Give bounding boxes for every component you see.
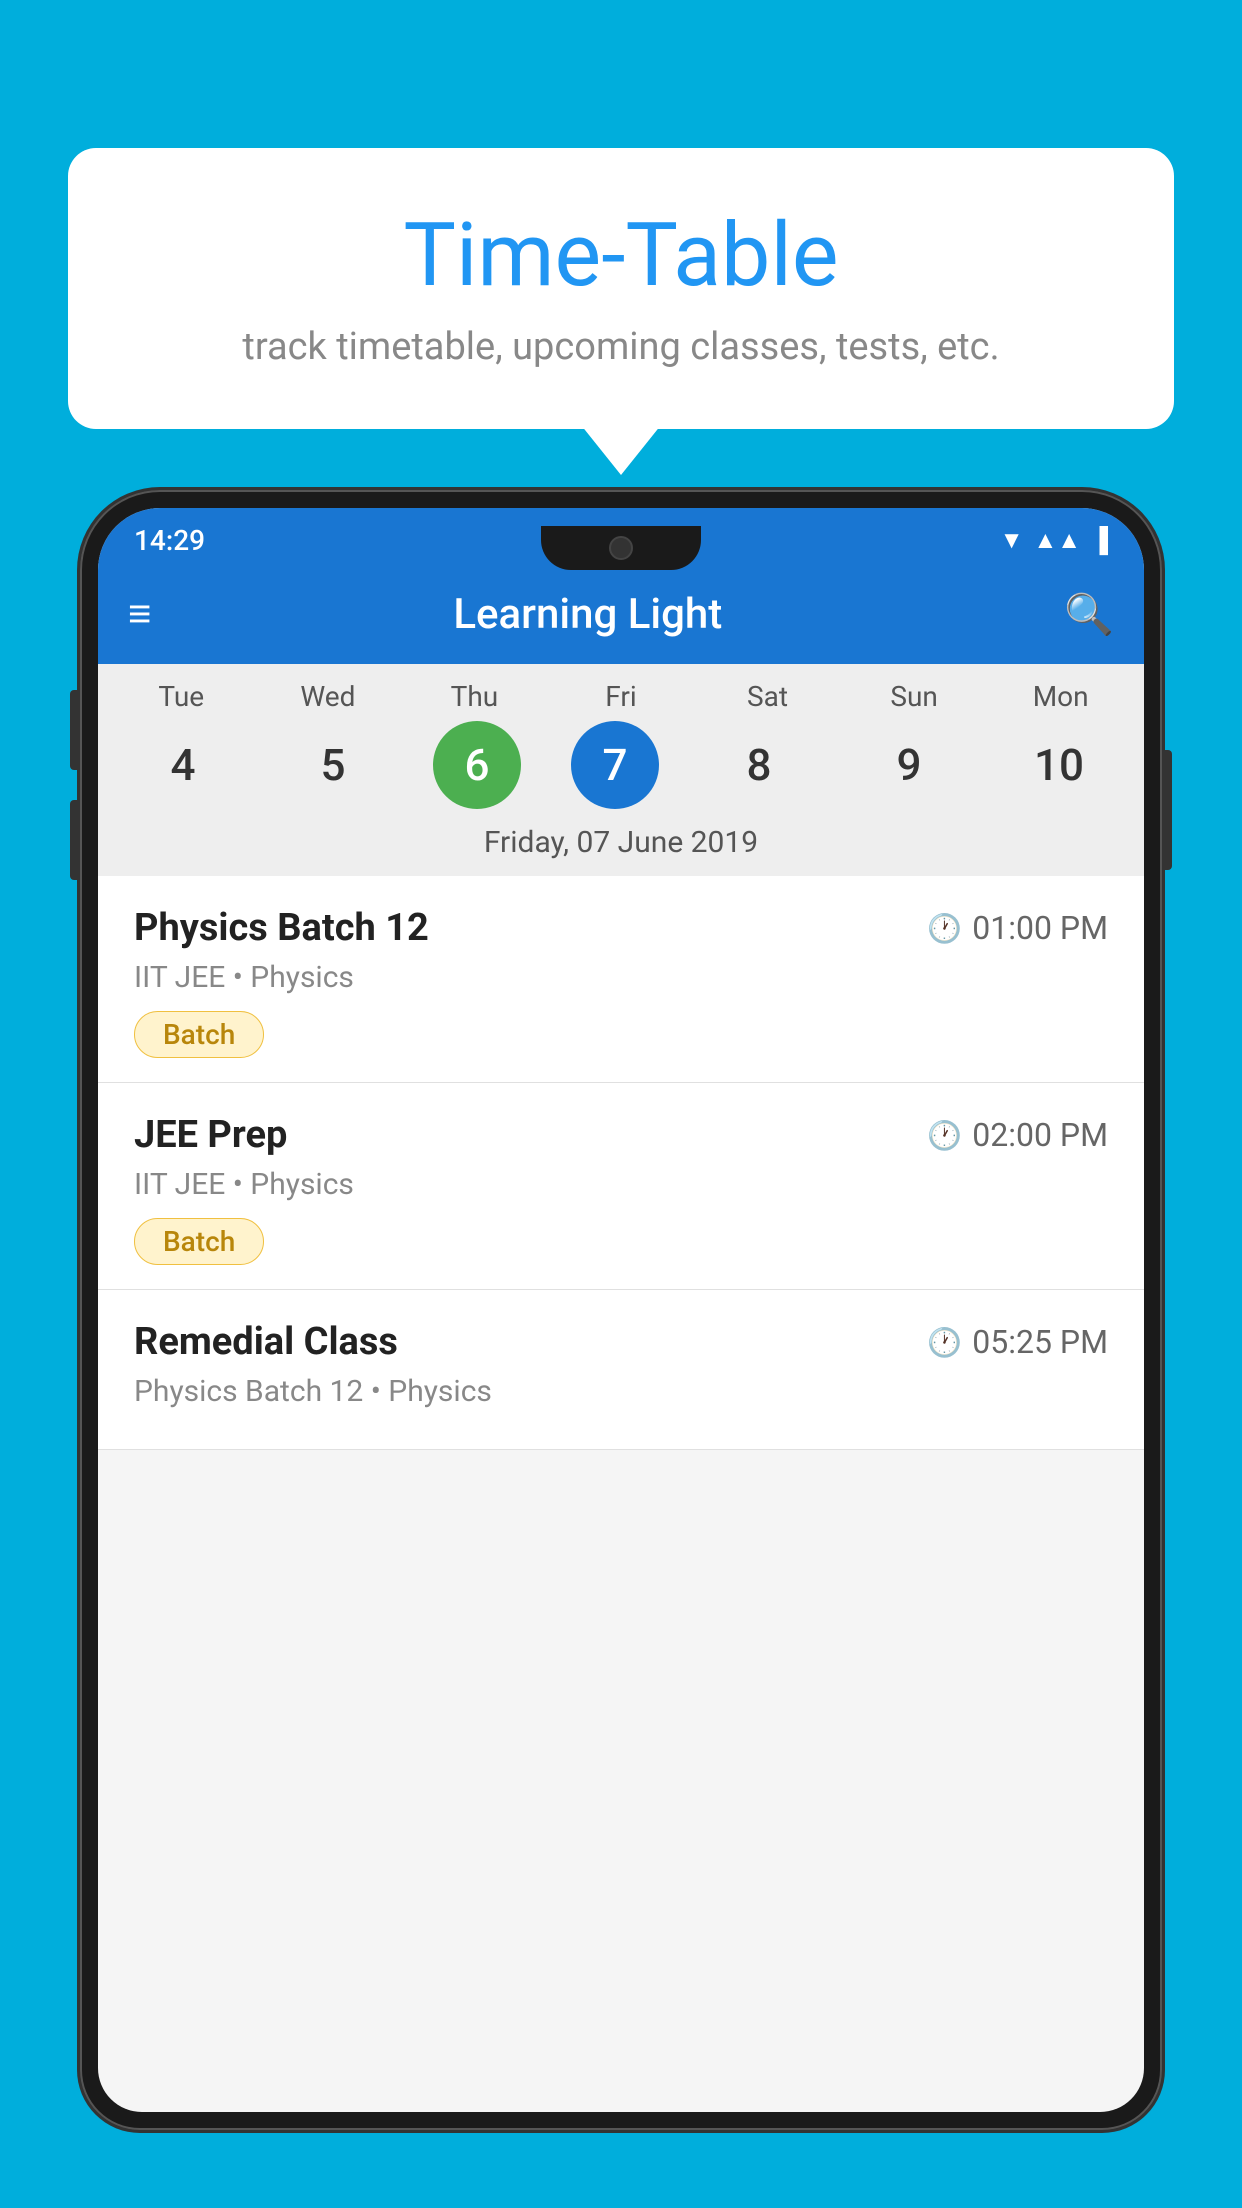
schedule-item-time: 05:25 PM bbox=[972, 1323, 1108, 1361]
schedule-item-meta: IIT JEE • Physics bbox=[134, 1167, 1108, 1202]
wifi-icon: ▼ bbox=[1000, 526, 1024, 555]
schedule-list: Physics Batch 12 🕐 01:00 PM IIT JEE • Physi… bbox=[98, 876, 1144, 1450]
app-title: Learning Light bbox=[179, 590, 996, 639]
day-header-wed: Wed bbox=[278, 680, 378, 713]
day-num-8[interactable]: 8 bbox=[709, 721, 809, 809]
day-header-tue: Tue bbox=[131, 680, 231, 713]
schedule-item-title: Physics Batch 12 bbox=[134, 906, 429, 950]
search-icon[interactable]: 🔍 bbox=[1064, 591, 1114, 638]
phone-volume-up-button bbox=[70, 690, 80, 770]
batch-badge: Batch bbox=[134, 1218, 264, 1265]
status-icons: ▼ ▲▲ ▐ bbox=[1000, 526, 1108, 555]
phone-camera bbox=[609, 536, 633, 560]
day-numbers: 456789 10 bbox=[98, 721, 1144, 809]
selected-date-label: Friday, 07 June 2019 bbox=[98, 821, 1144, 876]
day-num-10[interactable]: 10 bbox=[1009, 721, 1109, 809]
clock-icon: 🕐 bbox=[927, 1119, 962, 1152]
batch-badge: Batch bbox=[134, 1011, 264, 1058]
phone-notch bbox=[541, 526, 701, 570]
phone-power-button bbox=[1162, 750, 1172, 870]
bubble-title: Time-Table bbox=[108, 208, 1134, 305]
schedule-item-title: JEE Prep bbox=[134, 1113, 287, 1157]
signal-icon: ▲▲ bbox=[1033, 526, 1081, 555]
phone-outer: 14:29 ▼ ▲▲ ▐ ≡ Learning Light 🔍 Tue Wed Th… bbox=[80, 490, 1162, 2130]
day-num-9[interactable]: 9 bbox=[859, 721, 959, 809]
day-header-sat: Sat bbox=[718, 680, 818, 713]
schedule-item-time: 01:00 PM bbox=[972, 909, 1108, 947]
day-num-7[interactable]: 7 bbox=[571, 721, 659, 809]
schedule-item[interactable]: Physics Batch 12 🕐 01:00 PM IIT JEE • Physi… bbox=[98, 876, 1144, 1083]
day-num-6[interactable]: 6 bbox=[433, 721, 521, 809]
app-bar: ≡ Learning Light 🔍 bbox=[98, 564, 1144, 664]
day-header-fri: Fri bbox=[571, 680, 671, 713]
schedule-item-time: 02:00 PM bbox=[972, 1116, 1108, 1154]
phone-mockup: 14:29 ▼ ▲▲ ▐ ≡ Learning Light 🔍 Tue Wed Th… bbox=[80, 490, 1162, 2208]
day-num-4[interactable]: 4 bbox=[133, 721, 233, 809]
clock-icon: 🕐 bbox=[927, 912, 962, 945]
calendar-week: Tue Wed Thu Fri Sat Sun Mon 456789 10 Friday, 0… bbox=[98, 664, 1144, 876]
clock-icon: 🕐 bbox=[927, 1326, 962, 1359]
day-headers: Tue Wed Thu Fri Sat Sun Mon bbox=[98, 680, 1144, 713]
schedule-item-meta: Physics Batch 12 • Physics bbox=[134, 1374, 1108, 1409]
phone-volume-down-button bbox=[70, 800, 80, 880]
schedule-item[interactable]: JEE Prep 🕐 02:00 PM IIT JEE • Physics Batch bbox=[98, 1083, 1144, 1290]
phone-screen: 14:29 ▼ ▲▲ ▐ ≡ Learning Light 🔍 Tue Wed Th… bbox=[98, 508, 1144, 2112]
speech-bubble-container: Time-Table track timetable, upcoming cla… bbox=[68, 148, 1174, 429]
status-time: 14:29 bbox=[134, 524, 205, 557]
speech-bubble: Time-Table track timetable, upcoming cla… bbox=[68, 148, 1174, 429]
schedule-item-meta: IIT JEE • Physics bbox=[134, 960, 1108, 995]
day-header-thu: Thu bbox=[424, 680, 524, 713]
day-header-mon: Mon bbox=[1011, 680, 1111, 713]
battery-icon: ▐ bbox=[1091, 526, 1108, 555]
hamburger-menu-icon[interactable]: ≡ bbox=[128, 594, 151, 634]
bubble-subtitle: track timetable, upcoming classes, tests… bbox=[108, 325, 1134, 369]
schedule-item-title: Remedial Class bbox=[134, 1320, 398, 1364]
schedule-item[interactable]: Remedial Class 🕐 05:25 PM Physics Batch 12 … bbox=[98, 1290, 1144, 1450]
day-header-sun: Sun bbox=[864, 680, 964, 713]
day-num-5[interactable]: 5 bbox=[283, 721, 383, 809]
